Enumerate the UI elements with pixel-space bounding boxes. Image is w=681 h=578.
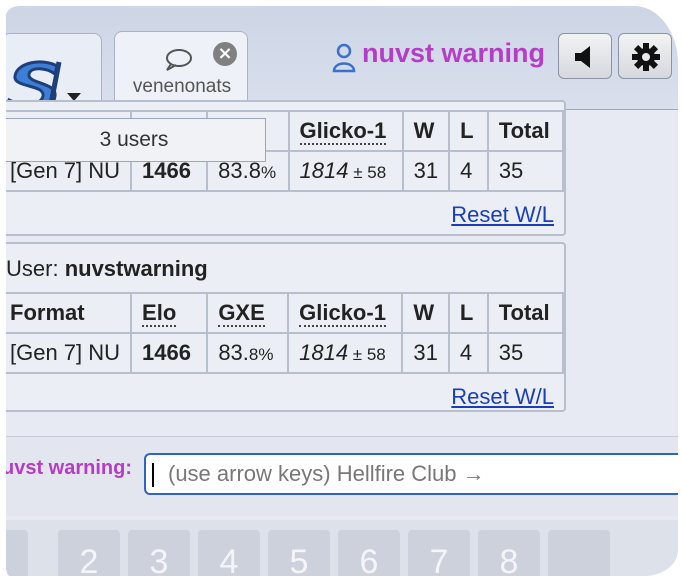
number-key[interactable]: 6 [338,530,400,576]
number-key[interactable]: 8 [478,530,540,576]
room-tab-label: venenonats [132,76,232,97]
number-key[interactable]: 4 [198,530,260,576]
sound-button[interactable] [558,33,612,79]
col-glicko: Glicko-1 [287,292,404,334]
cell-gxe: 83.8% [206,332,290,374]
close-icon[interactable]: × [213,42,237,66]
settings-button[interactable] [618,33,672,79]
col-gxe: GXE [206,292,290,334]
header-bar: × venenonats nuvst warning [6,6,678,112]
col-format: Format [6,292,133,334]
number-key[interactable]: 5 [268,530,330,576]
cell-l: 4 [447,332,489,374]
reset-wl-link[interactable]: Reset W/L [451,384,554,410]
room-tab[interactable]: × venenonats [114,31,248,111]
cell-l: 4 [448,150,489,192]
number-key[interactable] [548,530,610,576]
col-total: Total [486,110,565,152]
chat-input[interactable]: (use arrow keys) Hellfire Club → [144,453,678,495]
user-line: User: nuvstwarning [6,256,208,281]
cell-glicko: 1814 ± 58 [287,332,404,374]
user-icon [332,43,356,73]
col-w: W [401,292,450,334]
speaker-icon [575,46,590,68]
cell-w: 31 [401,150,451,192]
table-header-row: Format Elo GXE Glicko-1 W L Total [6,292,565,334]
cell-format: [Gen 7] NU [6,332,133,374]
gear-icon [632,43,660,71]
chat-composer: uvst warning: (use arrow keys) Hellfire … [6,436,678,516]
current-user-name[interactable]: nuvst warning [362,38,545,69]
ladder-table: Format Elo GXE Glicko-1 W L Total [Gen 7… [6,292,565,374]
number-key[interactable]: 7 [408,530,470,576]
col-glicko: Glicko-1 [287,110,404,152]
table-row: [Gen 7] NU 1466 83.8% 1814 ± 58 31 4 35 [6,332,565,374]
chat-bubble-icon [166,49,192,71]
user-line-name[interactable]: nuvstwarning [65,256,208,281]
reset-wl-link[interactable]: Reset W/L [451,202,554,228]
cell-glicko: 1814 ± 58 [287,150,404,192]
col-l: L [448,110,489,152]
col-elo: Elo [130,292,209,334]
composer-user-label: uvst warning: [6,457,133,479]
col-w: W [401,110,451,152]
cell-elo: 1466 [130,332,209,374]
text-caret [152,463,154,487]
users-count-popup[interactable]: 3 users [6,118,266,162]
number-key[interactable] [6,530,28,576]
app-window: × venenonats nuvst warning Glicko-1 W L … [6,6,678,576]
cell-total: 35 [486,332,565,374]
user-stats-block: User: nuvstwarning Format Elo GXE Glicko… [6,242,566,412]
number-key[interactable]: 2 [58,530,120,576]
number-key[interactable]: 3 [128,530,190,576]
cell-total: 35 [486,150,565,192]
col-total: Total [486,292,565,334]
number-key-row: 2 3 4 5 6 7 8 [6,520,678,576]
col-l: L [447,292,489,334]
cell-w: 31 [401,332,450,374]
